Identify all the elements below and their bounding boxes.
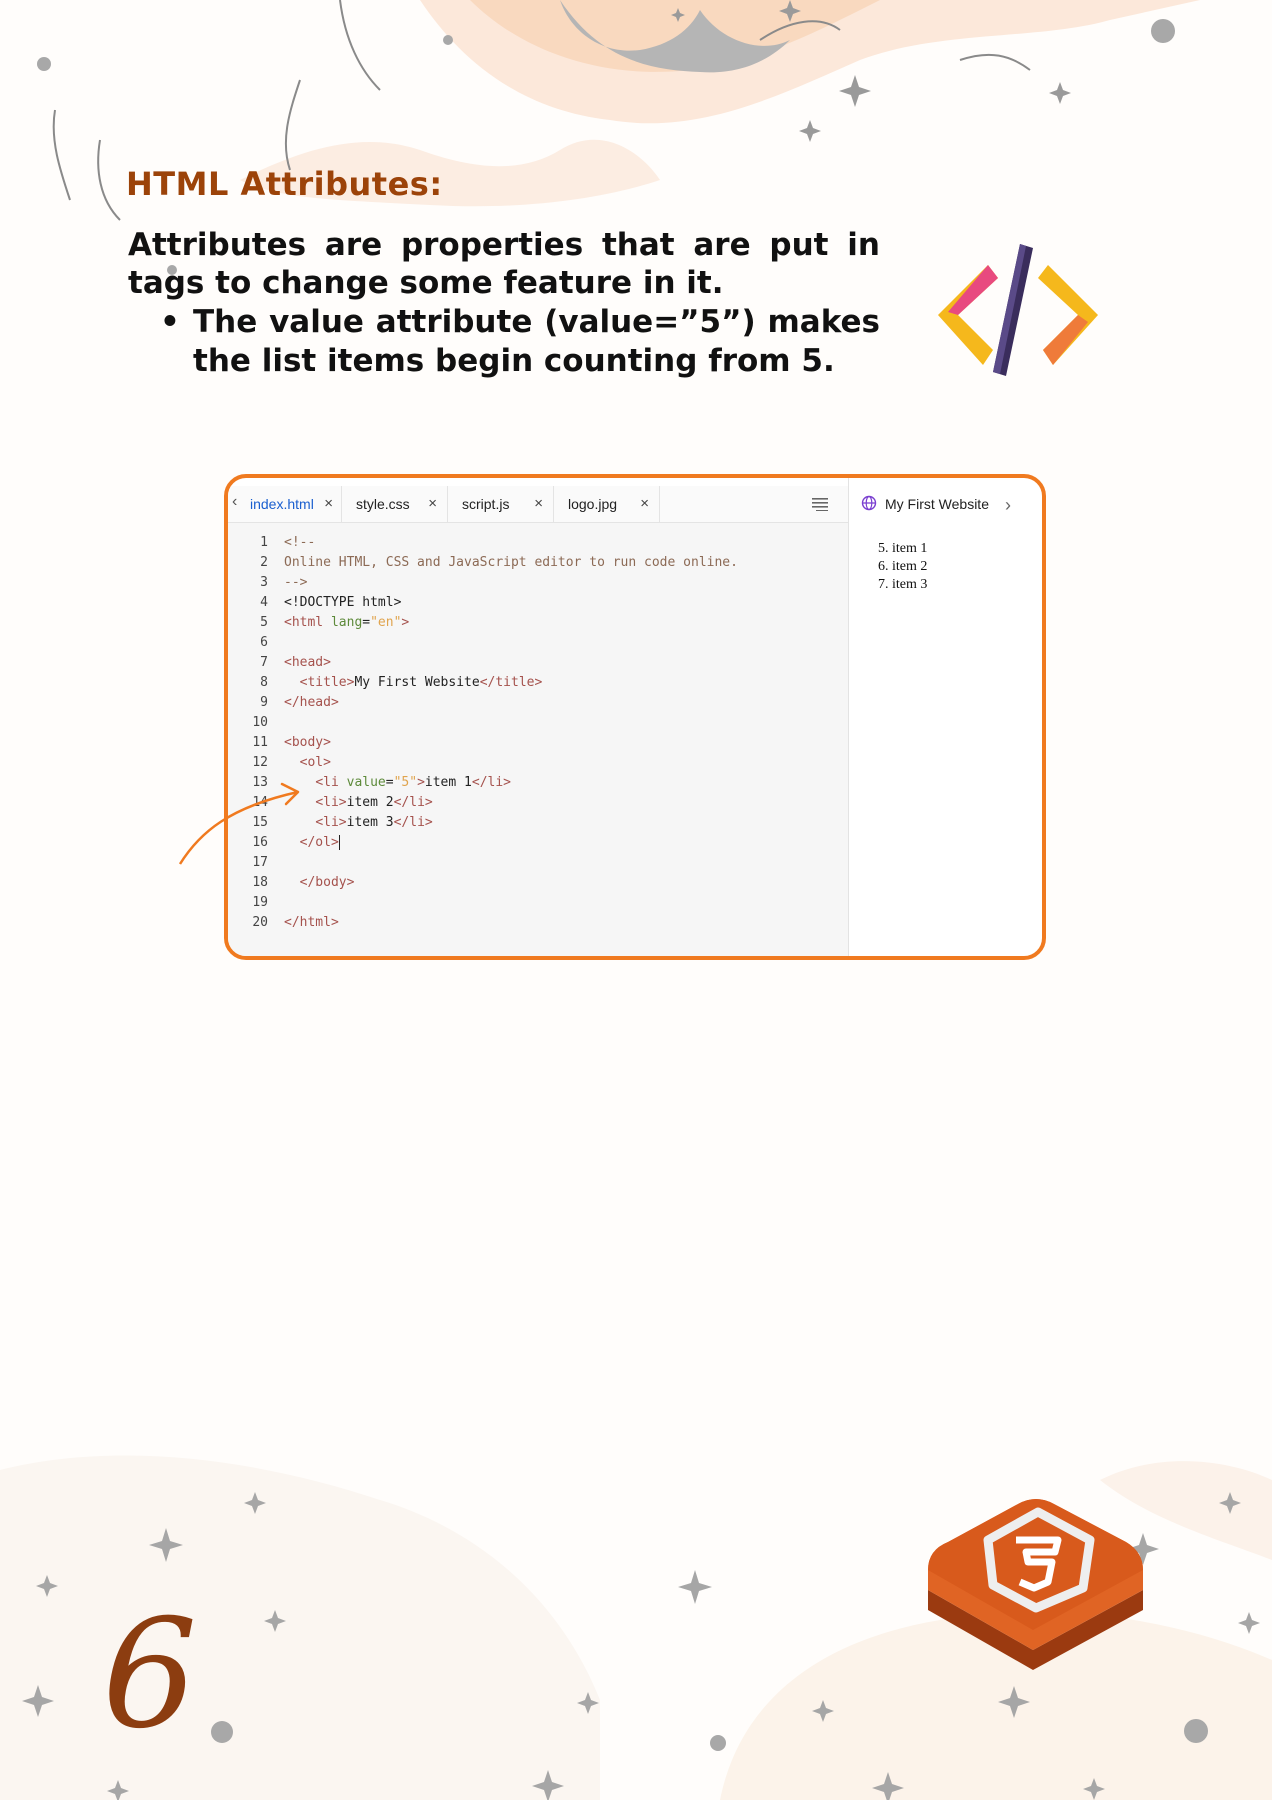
code-line: 10 <box>252 715 268 730</box>
tab-logo-jpg[interactable]: logo.jpg × <box>554 486 660 522</box>
panel-divider[interactable] <box>848 478 849 956</box>
bullet-list: • The value attribute (value=”5”) makes … <box>160 303 880 380</box>
code-line: 20 </html> <box>252 915 339 930</box>
tab-script-js[interactable]: script.js × <box>448 486 554 522</box>
globe-icon <box>861 495 877 511</box>
code-line: 18 </body> <box>252 875 355 890</box>
code-line: 2 Online HTML, CSS and JavaScript editor … <box>260 555 738 570</box>
chevron-right-icon[interactable]: › <box>1005 487 1011 523</box>
code-line: 4 <!DOCTYPE html> <box>260 595 402 610</box>
tab-index-html[interactable]: index.html × <box>250 486 342 522</box>
menu-icon[interactable] <box>812 497 828 511</box>
preview-ordered-list: 5. item 1 6. item 2 7. item 3 <box>878 540 927 594</box>
intro-paragraph: Attributes are properties that are put i… <box>128 227 880 301</box>
list-item: 7. item 3 <box>878 577 928 592</box>
code-line: 19 <box>252 895 268 910</box>
tab-scroll-left-icon[interactable]: ‹ <box>232 493 237 511</box>
bullet-text: The value attribute (value=”5”) makes th… <box>193 304 880 379</box>
code-line: 3 --> <box>260 575 308 590</box>
code-area[interactable]: 1 <!-- 2 Online HTML, CSS and JavaScript e… <box>228 523 848 956</box>
bullet-dot-icon: • <box>160 304 180 340</box>
tab-label: script.js <box>462 496 510 512</box>
page: HTML Attributes: Attributes are properti… <box>0 0 1272 1800</box>
tab-label: index.html <box>250 496 314 512</box>
tab-style-css[interactable]: style.css × <box>342 486 448 522</box>
code-line: 9 </head> <box>260 695 339 710</box>
list-item: 5. item 1 <box>878 541 928 556</box>
list-item: 6. item 2 <box>878 559 928 574</box>
close-icon[interactable]: × <box>534 486 543 522</box>
code-editor-screenshot: ‹ index.html × style.css × script.js × l… <box>224 474 1046 960</box>
editor-tab-bar: ‹ index.html × style.css × script.js × l… <box>228 486 848 523</box>
code-line: 12 <ol> <box>252 755 331 770</box>
preview-header: My First Website › <box>849 486 1042 522</box>
code-line: 5 <html lang="en"> <box>260 615 410 630</box>
code-line: 8 <title>My First Website</title> <box>260 675 543 690</box>
code-line: 7 <head> <box>260 655 331 670</box>
code-line: 6 <box>260 635 268 650</box>
tab-label: style.css <box>356 496 410 512</box>
code-icon <box>938 244 1098 376</box>
arrow-icon <box>178 782 300 865</box>
code-line: 11 <body> <box>252 735 331 750</box>
page-number: 6 <box>102 1588 198 1762</box>
close-icon[interactable]: × <box>324 486 333 522</box>
bullet-item: • The value attribute (value=”5”) makes … <box>160 303 880 380</box>
close-icon[interactable]: × <box>428 486 437 522</box>
section-heading: HTML Attributes: <box>126 165 443 203</box>
close-icon[interactable]: × <box>640 486 649 522</box>
html5-badge-icon <box>928 1499 1143 1670</box>
preview-title: My First Website <box>885 496 989 512</box>
code-line: 1 <!-- <box>260 535 316 550</box>
tab-label: logo.jpg <box>568 496 618 512</box>
